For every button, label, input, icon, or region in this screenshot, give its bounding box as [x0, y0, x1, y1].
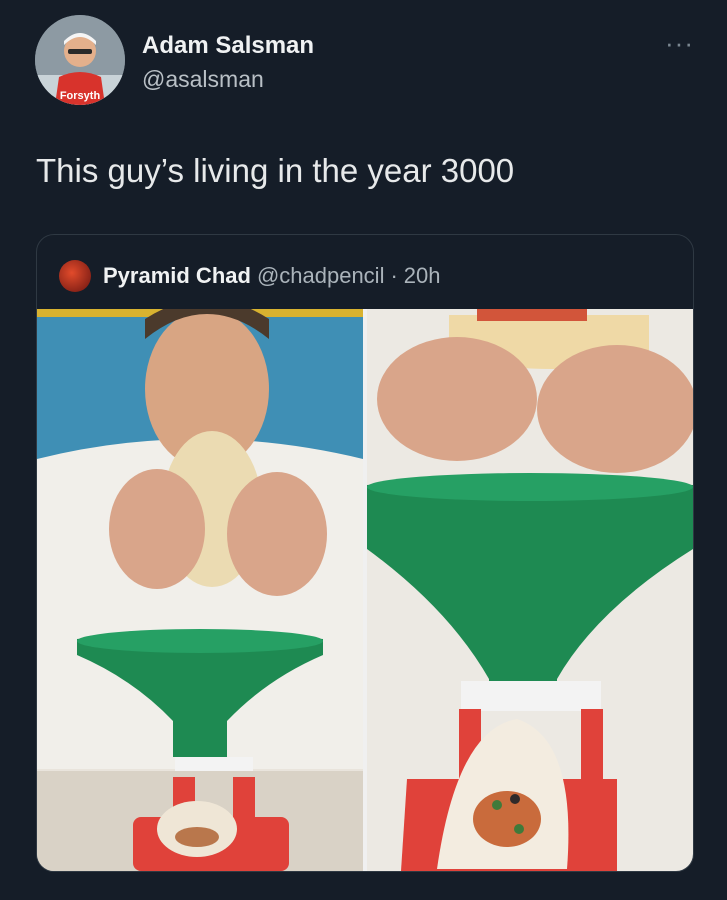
quoted-tweet-header: Pyramid Chad @chadpencil · 20h: [59, 259, 441, 293]
quoted-author-handle[interactable]: @chadpencil: [257, 263, 385, 289]
quoted-timestamp[interactable]: 20h: [404, 263, 441, 289]
more-options-icon[interactable]: ···: [665, 28, 694, 59]
left-photo: [37, 309, 363, 871]
quoted-author-name[interactable]: Pyramid Chad: [103, 263, 251, 289]
author-name[interactable]: Adam Salsman: [142, 32, 314, 60]
tweet-text: This guy’s living in the year 3000: [36, 152, 515, 189]
user-avatar-icon: Forsyth: [35, 15, 125, 105]
right-photo: [367, 309, 693, 871]
media-image: [37, 309, 693, 871]
author-avatar[interactable]: Forsyth: [35, 15, 125, 105]
quoted-media[interactable]: [37, 309, 693, 871]
quoted-tweet-card[interactable]: Pyramid Chad @chadpencil · 20h: [36, 234, 694, 872]
author-handle[interactable]: @asalsman: [142, 66, 264, 93]
quoted-avatar[interactable]: [59, 260, 91, 292]
separator-dot: ·: [390, 263, 398, 288]
avatar-shirt-text: Forsyth: [60, 90, 101, 102]
